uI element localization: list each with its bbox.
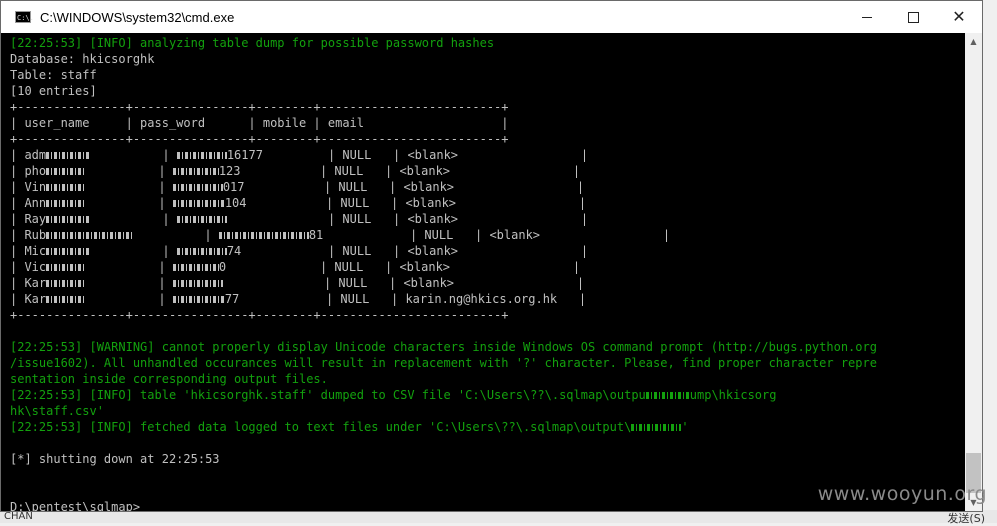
cmd-window: C:\. C:\WINDOWS\system32\cmd.exe ✕ [22:2… [0, 0, 983, 512]
console-line: | pho | 123 | NULL | <blank> | [10, 164, 581, 178]
console-line: | Kar | 77 | NULL | karin.ng@hkics.org.h… [10, 292, 587, 306]
watermark: www.wooyun.org [817, 483, 987, 505]
window-title: C:\WINDOWS\system32\cmd.exe [40, 9, 235, 25]
console-output[interactable]: [22:25:53] [INFO] analyzing table dump f… [1, 33, 967, 511]
redacted-text [46, 200, 87, 207]
redacted-text [631, 424, 682, 431]
console-line: [10 entries] [10, 84, 97, 98]
minimize-button[interactable] [844, 1, 890, 33]
minimize-icon [862, 16, 872, 18]
redacted-text [46, 216, 91, 223]
console-line: | Ann | 104 | NULL | <blank> | [10, 196, 587, 210]
redacted-text [218, 232, 309, 239]
redacted-text [176, 248, 227, 255]
maximize-icon [907, 11, 919, 23]
redacted-text [46, 264, 87, 271]
console-line: | Kar | | NULL | <blank> | [10, 276, 585, 290]
console-line: | Vin | 017 | NULL | <blank> | [10, 180, 585, 194]
console-line: Table: staff [10, 68, 97, 82]
redacted-text [172, 184, 223, 191]
console-line: | Rub | 81 | NULL | <blank> | [10, 228, 671, 242]
console-line: hk\staff.csv' [10, 404, 104, 418]
redacted-text [176, 152, 227, 159]
console-line: +---------------+----------------+------… [10, 100, 509, 114]
title-bar[interactable]: C:\. C:\WINDOWS\system32\cmd.exe ✕ [1, 1, 982, 33]
redacted-text [172, 296, 225, 303]
maximize-button[interactable] [890, 1, 936, 33]
console-line: +---------------+----------------+------… [10, 308, 509, 322]
redacted-text [176, 216, 227, 223]
console-line: /issue1602). All unhandled occurances wi… [10, 356, 877, 370]
redacted-text [46, 248, 91, 255]
redacted-text [172, 200, 225, 207]
redacted-text [46, 168, 87, 175]
console-line: sentation inside corresponding output fi… [10, 372, 328, 386]
redacted-text [172, 280, 223, 287]
console-line: | Mic | 74 | NULL | <blank> | [10, 244, 589, 258]
console-line: | user_name | pass_word | mobile | email… [10, 116, 509, 130]
vertical-scrollbar[interactable]: ▲ ▼ [965, 33, 982, 511]
scroll-up-icon[interactable]: ▲ [965, 33, 982, 50]
console-line: Database: hkicsorghk [10, 52, 155, 66]
console-line: | adm | 16177 | NULL | <blank> | [10, 148, 589, 162]
console-line: [22:25:53] [WARNING] cannot properly dis… [10, 340, 877, 354]
redacted-text [46, 296, 87, 303]
close-icon: ✕ [952, 7, 966, 26]
console-line: | Ray | | NULL | <blank> | [10, 212, 589, 226]
send-button[interactable]: 发送(S) [947, 510, 985, 526]
cmd-icon: C:\. [15, 11, 34, 23]
console-line: [*] shutting down at 22:25:53 [10, 452, 220, 466]
console-line: D:\pentest\sqlmap> [10, 499, 147, 511]
console-line: [22:25:53] [INFO] analyzing table dump f… [10, 36, 495, 50]
redacted-text [172, 168, 219, 175]
console-line: [22:25:53] [INFO] fetched data logged to… [10, 420, 689, 434]
redacted-text [172, 264, 219, 271]
taskbar-left-label: CHAN [4, 511, 33, 522]
console-line: | Vic | 0 | NULL | <blank> | [10, 260, 581, 274]
redacted-text [645, 392, 690, 399]
redacted-text [46, 280, 87, 287]
console-line: [22:25:53] [INFO] table 'hkicsorghk.staf… [10, 388, 777, 402]
console-line: +---------------+----------------+------… [10, 132, 509, 146]
redacted-text [46, 232, 133, 239]
close-button[interactable]: ✕ [936, 1, 982, 33]
redacted-text [46, 184, 87, 191]
redacted-text [46, 152, 91, 159]
